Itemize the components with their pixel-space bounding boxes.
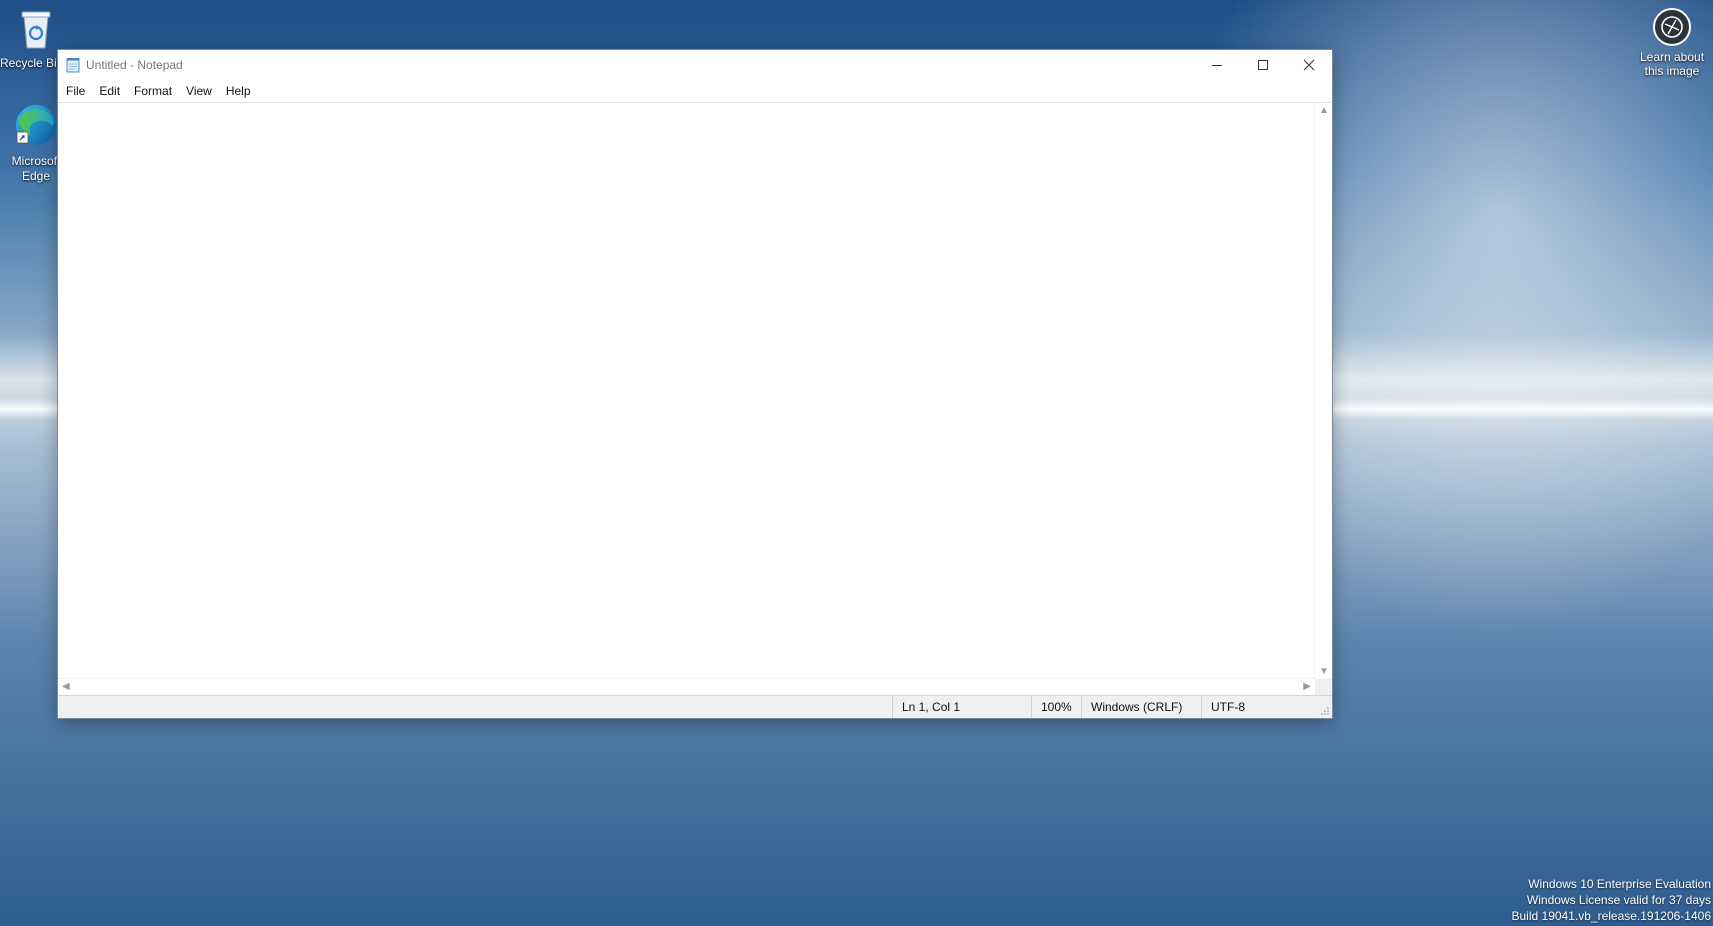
resize-grip-icon[interactable] xyxy=(1320,706,1330,716)
scroll-right-icon[interactable]: ▶ xyxy=(1303,681,1311,692)
notepad-window[interactable]: Untitled - Notepad File Edit Format View… xyxy=(58,50,1332,718)
editor-area: ▲ ▼ ◀ ▶ xyxy=(58,102,1332,696)
maximize-icon xyxy=(1258,60,1268,70)
minimize-button[interactable] xyxy=(1194,50,1240,80)
desktop-icon-label: Microsoft Edge xyxy=(11,154,61,183)
status-line-ending: Windows (CRLF) xyxy=(1081,696,1201,718)
windows-watermark: Windows 10 Enterprise Evaluation Windows… xyxy=(1512,876,1712,924)
learn-about-image[interactable]: Learn about this image xyxy=(1632,8,1712,78)
maximize-button[interactable] xyxy=(1240,50,1286,80)
title-bar[interactable]: Untitled - Notepad xyxy=(58,50,1332,80)
close-icon xyxy=(1303,59,1315,71)
learn-about-line2: this image xyxy=(1644,64,1700,78)
scroll-left-icon[interactable]: ◀ xyxy=(62,681,70,692)
status-encoding: UTF-8 xyxy=(1201,696,1332,718)
status-position: Ln 1, Col 1 xyxy=(892,696,1031,718)
vertical-scrollbar[interactable]: ▲ ▼ xyxy=(1314,103,1332,679)
window-title: Untitled - Notepad xyxy=(86,58,183,72)
horizontal-scrollbar[interactable]: ◀ ▶ xyxy=(58,678,1315,696)
learn-about-line1: Learn about xyxy=(1639,50,1705,64)
status-zoom: 100% xyxy=(1031,696,1081,718)
notepad-icon xyxy=(66,58,80,73)
menu-bar: File Edit Format View Help xyxy=(58,80,1332,102)
close-button[interactable] xyxy=(1286,50,1332,80)
menu-edit[interactable]: Edit xyxy=(95,84,128,98)
menu-view[interactable]: View xyxy=(182,84,220,98)
window-controls xyxy=(1194,50,1332,80)
scroll-down-icon[interactable]: ▼ xyxy=(1319,666,1329,677)
menu-help[interactable]: Help xyxy=(222,84,259,98)
minimize-icon xyxy=(1212,65,1222,66)
edge-icon xyxy=(16,105,56,145)
watermark-line1: Windows 10 Enterprise Evaluation xyxy=(1528,877,1711,891)
menu-file[interactable]: File xyxy=(62,84,93,98)
camera-icon xyxy=(1653,8,1691,46)
menu-format[interactable]: Format xyxy=(130,84,180,98)
status-bar: Ln 1, Col 1 100% Windows (CRLF) UTF-8 xyxy=(58,695,1332,718)
watermark-line3: Build 19041.vb_release.191206-1406 xyxy=(1511,909,1712,923)
desktop-icon-label: Recycle Bin xyxy=(0,56,58,70)
text-editor[interactable] xyxy=(60,105,1314,678)
scroll-up-icon[interactable]: ▲ xyxy=(1319,105,1329,116)
watermark-line2: Windows License valid for 37 days xyxy=(1526,893,1711,907)
recycle-bin-icon xyxy=(21,11,51,49)
scrollbar-corner xyxy=(1315,679,1332,696)
